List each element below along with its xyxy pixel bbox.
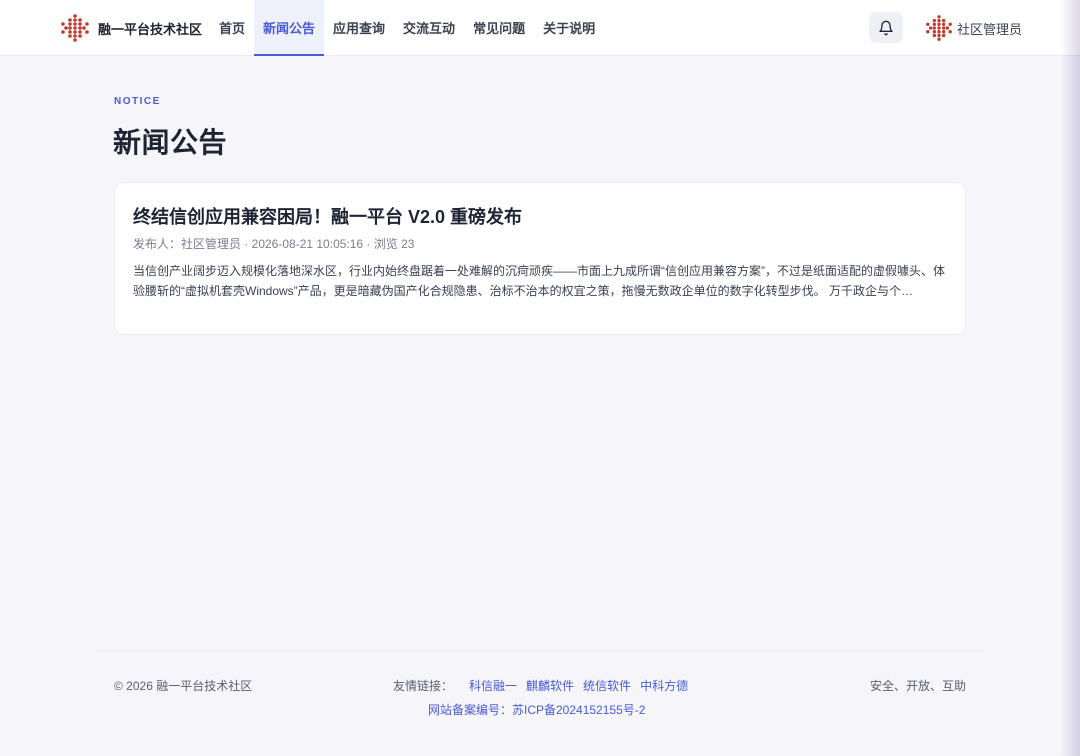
news-card[interactable]: 终结信创应用兼容困局！融一平台 V2.0 重磅发布 发布人：社区管理员 · 20… (114, 182, 966, 335)
footer-divider (96, 650, 984, 651)
icp-link[interactable]: 网站备案编号：苏ICP备2024152155号-2 (428, 701, 645, 718)
top-navbar: 融一平台技术社区 首页 新闻公告 应用查询 交流互动 常见问题 关于说明 社区管… (0, 0, 1080, 56)
section-tag: NOTICE (114, 96, 161, 107)
edge-shadow (1060, 0, 1080, 756)
page: 融一平台技术社区 首页 新闻公告 应用查询 交流互动 常见问题 关于说明 社区管… (0, 0, 1080, 756)
user-menu[interactable]: 社区管理员 (925, 12, 1022, 44)
news-excerpt: 当信创产业阔步迈入规模化落地深水区，行业内始终盘踞着一处难解的沉疴顽疾——市面上… (133, 264, 945, 298)
avatar (926, 15, 952, 41)
user-name: 社区管理员 (957, 21, 1023, 37)
main-nav: 首页 新闻公告 应用查询 交流互动 常见问题 关于说明 (210, 0, 604, 56)
nav-faq[interactable]: 常见问题 (464, 0, 534, 56)
brand-name: 融一平台技术社区 (98, 21, 203, 37)
news-meta: 发布人：社区管理员 · 2026-08-21 10:05:16 · 浏览 23 (133, 237, 415, 251)
copyright: © 2026 融一平台技术社区 (114, 679, 253, 693)
nav-home[interactable]: 首页 (210, 0, 254, 56)
friend-links: 友情链接： 科信融一 麒麟软件 统信软件 中科方德 (393, 677, 688, 694)
news-title[interactable]: 终结信创应用兼容困局！融一平台 V2.0 重磅发布 (133, 203, 949, 229)
page-title: 新闻公告 (113, 127, 228, 158)
friend-link[interactable]: 麒麟软件 (526, 677, 574, 694)
nav-app-query[interactable]: 应用查询 (324, 0, 394, 56)
brand-link[interactable]: 融一平台技术社区 (60, 12, 202, 44)
nav-news[interactable]: 新闻公告 (254, 0, 325, 56)
friend-link[interactable]: 科信融一 (469, 677, 517, 694)
nav-community[interactable]: 交流互动 (394, 0, 464, 56)
friend-links-label: 友情链接： (393, 679, 454, 693)
logo-icon (61, 14, 89, 42)
friend-link[interactable]: 统信软件 (583, 677, 631, 694)
friend-link[interactable]: 中科方德 (640, 677, 688, 694)
footer-motto: 安全、开放、互助 (869, 679, 966, 693)
bell-icon (879, 20, 893, 35)
notification-button[interactable] (869, 12, 903, 43)
nav-about[interactable]: 关于说明 (534, 0, 604, 56)
